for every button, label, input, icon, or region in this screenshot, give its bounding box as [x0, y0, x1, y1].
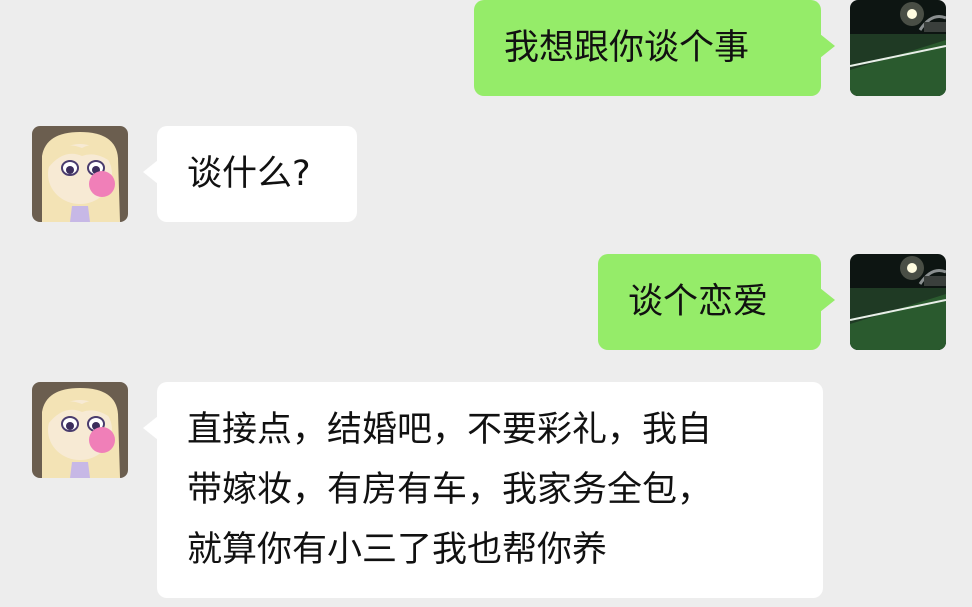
message-bubble-received[interactable]: 直接点，结婚吧，不要彩礼，我自 带嫁妆，有房有车，我家务全包， 就算你有小三了我… — [143, 382, 823, 598]
message-bubble-sent[interactable]: 谈个恋爱 — [598, 254, 835, 350]
bubble-tail — [143, 416, 158, 440]
bubble-tail — [143, 160, 158, 184]
my-avatar[interactable] — [850, 254, 946, 350]
message-text: 我想跟你谈个事 — [504, 28, 750, 68]
message-text: 谈个恋爱 — [628, 282, 769, 322]
contact-avatar[interactable] — [32, 382, 128, 478]
message-bubble-sent[interactable]: 我想跟你谈个事 — [474, 0, 835, 96]
stadium-photo-icon — [850, 254, 946, 350]
contact-avatar[interactable] — [32, 126, 128, 222]
cartoon-girl-avatar-icon — [32, 382, 128, 478]
my-avatar[interactable] — [850, 0, 946, 96]
cartoon-girl-avatar-icon — [32, 126, 128, 222]
stadium-photo-icon — [850, 0, 946, 96]
message-text: 直接点，结婚吧，不要彩礼，我自 带嫁妆，有房有车，我家务全包， 就算你有小三了我… — [187, 410, 713, 570]
message-text: 谈什么? — [187, 154, 311, 194]
bubble-tail — [820, 34, 835, 58]
bubble-tail — [820, 288, 835, 312]
message-bubble-received[interactable]: 谈什么? — [143, 126, 357, 222]
